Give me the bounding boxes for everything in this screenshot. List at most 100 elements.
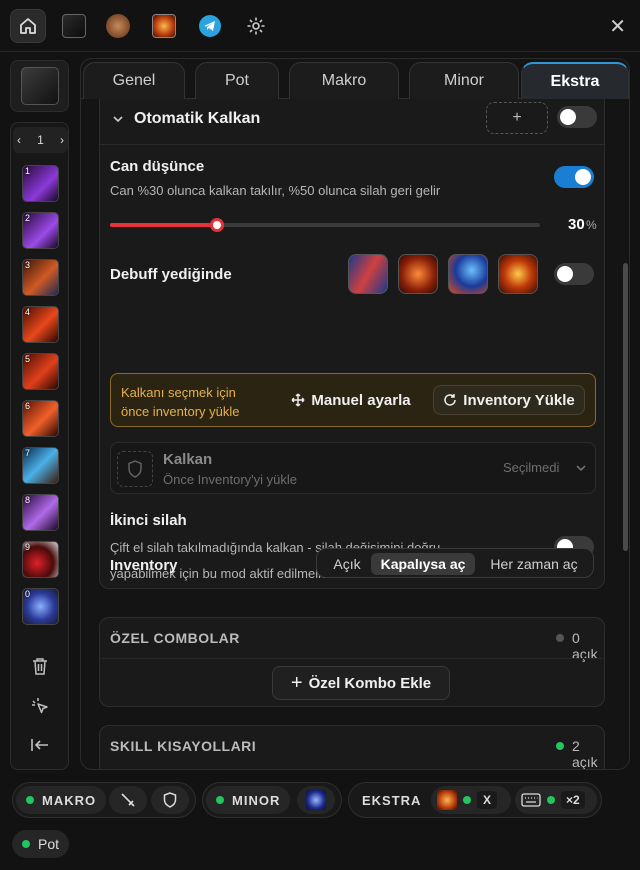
hp-trigger-title: Can düşünce (110, 158, 205, 175)
chevron-left-icon[interactable]: ‹ (17, 133, 21, 147)
home-icon (20, 18, 36, 34)
plus-icon: + (290, 671, 303, 694)
ekstra-status-pill[interactable]: EKSTRA (352, 786, 431, 814)
skill-slot[interactable]: 7 (22, 447, 59, 484)
selected-skill-slot[interactable] (10, 60, 69, 112)
divider (100, 144, 604, 145)
close-icon[interactable]: ✕ (609, 14, 626, 39)
sword-icon (121, 793, 135, 807)
collapse-sidebar-icon[interactable] (11, 737, 68, 758)
auto-shield-toggle[interactable] (557, 106, 597, 128)
chevron-down-icon[interactable] (112, 112, 124, 130)
hp-slider-fill (110, 223, 217, 227)
debuff-skill-icon[interactable] (448, 254, 488, 294)
tab-genel[interactable]: Genel (83, 62, 185, 99)
custom-combos-card: ÖZEL COMBOLAR 0 açık + Özel Kombo Ekle (99, 617, 605, 707)
tab-bar: Genel Pot Makro Minor Ekstra (81, 59, 629, 99)
skill-slot[interactable]: 9 (22, 541, 59, 578)
status-dot (26, 796, 34, 804)
fire-skill-icon (437, 790, 457, 810)
hotkey-label: X (477, 791, 498, 809)
debuff-skill-icon[interactable] (398, 254, 438, 294)
warrior-avatar-icon (106, 14, 130, 38)
hp-slider-track[interactable] (110, 218, 540, 232)
shield-subtitle: Önce Inventory'yi yükle (163, 472, 297, 487)
keyboard-icon (521, 793, 541, 807)
warrior-avatar-button[interactable] (100, 9, 136, 43)
inventory-warning: Kalkanı seçmek için önce inventory yükle… (110, 373, 596, 427)
status-dot (216, 796, 224, 804)
chevron-right-icon[interactable]: › (60, 133, 64, 147)
auto-shield-body: Can düşünce Can %30 olunca kalkan takılı… (110, 152, 597, 582)
main-panel: Genel Pot Makro Minor Ekstra Otomatik Ka… (80, 58, 630, 770)
hp-slider-handle[interactable] (210, 218, 224, 232)
debuff-skill-icon[interactable] (498, 254, 538, 294)
shield-icon (117, 451, 153, 487)
minor-skill-slot[interactable] (297, 786, 335, 814)
gear-icon (247, 17, 265, 35)
page-switcher: ‹ 1 › (13, 127, 68, 153)
debuff-skill-icon[interactable] (348, 254, 388, 294)
skill-sidebar: ‹ 1 › 1 2 3 4 5 6 7 8 9 0 (10, 122, 69, 770)
load-inventory-button[interactable]: Inventory Yükle (433, 385, 585, 415)
trash-icon[interactable] (11, 656, 68, 681)
skill-slot[interactable]: 2 (22, 212, 59, 249)
shield-title: Kalkan (163, 451, 213, 468)
multiplier-label: ×2 (561, 791, 585, 809)
debuff-icons (348, 254, 548, 294)
status-dot (22, 840, 30, 848)
settings-button[interactable] (238, 9, 274, 43)
sword-toggle[interactable] (109, 786, 147, 814)
manual-set-button[interactable]: Manuel ayarla (287, 385, 415, 415)
makro-status-pill[interactable]: MAKRO (16, 786, 107, 814)
tab-makro[interactable]: Makro (289, 62, 399, 99)
top-bar: ✕ (0, 0, 640, 52)
add-shield-button[interactable]: + (486, 102, 548, 134)
fire-skill-button[interactable] (146, 9, 182, 43)
inventory-option-open[interactable]: Açık (323, 553, 371, 575)
status-dot (556, 634, 564, 642)
keyboard-pill[interactable]: ×2 (515, 786, 597, 814)
skill-slot[interactable]: 5 (22, 353, 59, 390)
telegram-button[interactable] (192, 9, 228, 43)
auto-shield-card: Otomatik Kalkan + Can düşünce Can %30 ol… (99, 99, 605, 589)
minor-status-pill[interactable]: MINOR (206, 786, 291, 814)
skill-slot[interactable]: 4 (22, 306, 59, 343)
ekstra-status-group: EKSTRA X ×2 (348, 782, 602, 818)
inventory-option-open-if-closed[interactable]: Kapalıysa aç (371, 553, 475, 575)
inventory-option-always-open[interactable]: Her zaman aç (479, 553, 589, 575)
skill-slot[interactable]: 3 (22, 259, 59, 296)
settings-scroll-area: Otomatik Kalkan + Can düşünce Can %30 ol… (91, 99, 611, 769)
slash-skill-button[interactable] (56, 9, 92, 43)
shield-icon (163, 792, 177, 808)
cursor-click-icon[interactable] (11, 697, 68, 720)
fire-skill-icon (152, 14, 176, 38)
scrollbar[interactable] (623, 263, 628, 551)
slash-skill-icon (62, 14, 86, 38)
skill-slot[interactable]: 0 (22, 588, 59, 625)
slash-skill-icon (20, 67, 59, 105)
lightning-skill-icon (306, 790, 326, 810)
status-dot (547, 796, 555, 804)
skill-slot[interactable]: 6 (22, 400, 59, 437)
tab-ekstra[interactable]: Ekstra (521, 62, 629, 99)
debuff-trigger-toggle[interactable] (554, 263, 594, 285)
status-dot (463, 796, 471, 804)
home-button[interactable] (10, 9, 46, 43)
tab-pot[interactable]: Pot (195, 62, 279, 99)
ekstra-skill-pill[interactable]: X (431, 786, 511, 814)
skill-slot[interactable]: 1 (22, 165, 59, 202)
add-combo-button[interactable]: + Özel Kombo Ekle (272, 666, 450, 700)
debuff-trigger-title: Debuff yediğinde (110, 266, 232, 283)
chevron-down-icon (575, 461, 587, 479)
skill-slot[interactable]: 8 (22, 494, 59, 531)
shield-select[interactable]: Kalkan Önce Inventory'yi yükle Seçilmedi (110, 442, 596, 494)
hp-trigger-toggle[interactable] (554, 166, 594, 188)
shield-toggle[interactable] (151, 786, 189, 814)
tab-minor[interactable]: Minor (409, 62, 519, 99)
second-weapon-title: İkinci silah (110, 512, 187, 529)
telegram-icon (199, 15, 221, 37)
pot-status-pill[interactable]: Pot (12, 830, 70, 858)
warning-text-2: önce inventory yükle (121, 404, 240, 419)
hp-value: 30 (568, 216, 585, 233)
